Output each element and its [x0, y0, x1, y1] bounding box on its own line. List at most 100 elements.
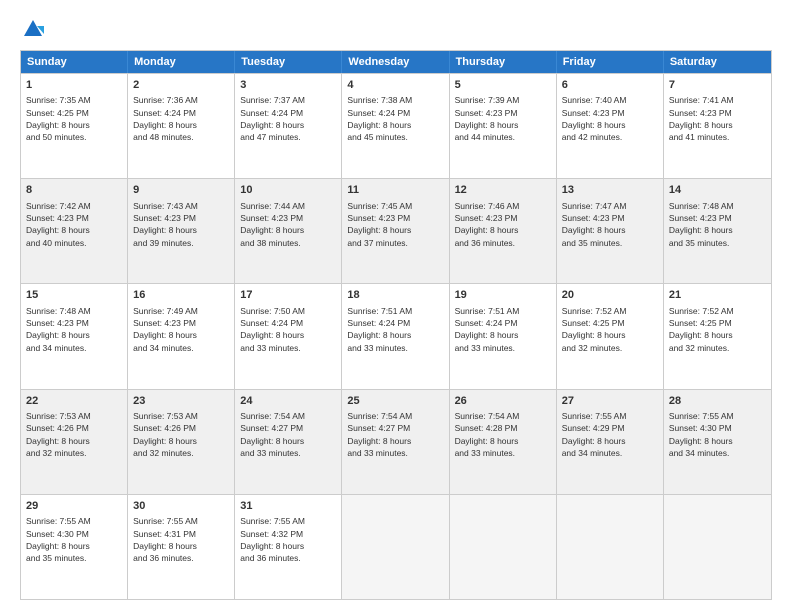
day-number: 27: [562, 394, 658, 409]
calendar-cell: [557, 495, 664, 599]
cell-info: Sunrise: 7:42 AMSunset: 4:23 PMDaylight:…: [26, 200, 122, 249]
calendar-cell: 11 Sunrise: 7:45 AMSunset: 4:23 PMDayligh…: [342, 179, 449, 283]
cell-info: Sunrise: 7:46 AMSunset: 4:23 PMDaylight:…: [455, 200, 551, 249]
calendar-cell: 23Sunrise: 7:53 AMSunset: 4:26 PMDayligh…: [128, 390, 235, 494]
cell-info: Sunrise: 7:52 AMSunset: 4:25 PMDaylight:…: [669, 305, 766, 354]
cell-info: Sunrise: 7:55 AMSunset: 4:30 PMDaylight:…: [26, 515, 122, 564]
cell-info: Sunrise: 7:54 AMSunset: 4:27 PMDaylight:…: [240, 410, 336, 459]
calendar-cell: 13Sunrise: 7:47 AMSunset: 4:23 PMDayligh…: [557, 179, 664, 283]
cell-info: Sunrise: 7:55 AMSunset: 4:32 PMDaylight:…: [240, 515, 336, 564]
calendar-cell: 31Sunrise: 7:55 AMSunset: 4:32 PMDayligh…: [235, 495, 342, 599]
cell-info: Sunrise: 7:53 AMSunset: 4:26 PMDaylight:…: [26, 410, 122, 459]
calendar-cell: 17Sunrise: 7:50 AMSunset: 4:24 PMDayligh…: [235, 284, 342, 388]
calendar-cell: 26Sunrise: 7:54 AMSunset: 4:28 PMDayligh…: [450, 390, 557, 494]
day-number: 10: [240, 183, 336, 198]
calendar-cell: 30Sunrise: 7:55 AMSunset: 4:31 PMDayligh…: [128, 495, 235, 599]
cell-info: Sunrise: 7:41 AMSunset: 4:23 PMDaylight:…: [669, 94, 766, 143]
cell-info: Sunrise: 7:39 AMSunset: 4:23 PMDaylight:…: [455, 94, 551, 143]
day-number: 3: [240, 78, 336, 93]
cell-info: Sunrise: 7:45 AMSunset: 4:23 PMDaylight:…: [347, 200, 443, 249]
logo: [20, 18, 44, 40]
cell-info: Sunrise: 7:47 AMSunset: 4:23 PMDaylight:…: [562, 200, 658, 249]
cell-info: Sunrise: 7:44 AMSunset: 4:23 PMDaylight:…: [240, 200, 336, 249]
day-number: 16: [133, 288, 229, 303]
day-number: 2: [133, 78, 229, 93]
day-number: 29: [26, 499, 122, 514]
day-number: 7: [669, 78, 766, 93]
header-day-monday: Monday: [128, 51, 235, 73]
calendar-cell: [342, 495, 449, 599]
calendar-cell: [664, 495, 771, 599]
cell-info: Sunrise: 7:55 AMSunset: 4:29 PMDaylight:…: [562, 410, 658, 459]
calendar-cell: 16 Sunrise: 7:49 AMSunset: 4:23 PMDayligh…: [128, 284, 235, 388]
day-number: 1: [26, 78, 122, 93]
day-number: 15: [26, 288, 122, 303]
calendar-cell: 21Sunrise: 7:52 AMSunset: 4:25 PMDayligh…: [664, 284, 771, 388]
calendar-cell: 1Sunrise: 7:35 AMSunset: 4:25 PMDaylight…: [21, 74, 128, 178]
calendar-cell: 25Sunrise: 7:54 AMSunset: 4:27 PMDayligh…: [342, 390, 449, 494]
calendar-cell: 22Sunrise: 7:53 AMSunset: 4:26 PMDayligh…: [21, 390, 128, 494]
header-day-sunday: Sunday: [21, 51, 128, 73]
calendar-row-3: 22Sunrise: 7:53 AMSunset: 4:26 PMDayligh…: [21, 389, 771, 494]
cell-info: Sunrise: 7:55 AMSunset: 4:31 PMDaylight:…: [133, 515, 229, 564]
cell-info: Sunrise: 7:40 AMSunset: 4:23 PMDaylight:…: [562, 94, 658, 143]
day-number: 24: [240, 394, 336, 409]
cell-info: Sunrise: 7:37 AMSunset: 4:24 PMDaylight:…: [240, 94, 336, 143]
calendar-cell: 2Sunrise: 7:36 AMSunset: 4:24 PMDaylight…: [128, 74, 235, 178]
cell-info: Sunrise: 7:51 AMSunset: 4:24 PMDaylight:…: [455, 305, 551, 354]
calendar-cell: 24Sunrise: 7:54 AMSunset: 4:27 PMDayligh…: [235, 390, 342, 494]
cell-info: Sunrise: 7:53 AMSunset: 4:26 PMDaylight:…: [133, 410, 229, 459]
calendar-cell: 27Sunrise: 7:55 AMSunset: 4:29 PMDayligh…: [557, 390, 664, 494]
calendar-header: SundayMondayTuesdayWednesdayThursdayFrid…: [21, 51, 771, 73]
calendar-row-0: 1Sunrise: 7:35 AMSunset: 4:25 PMDaylight…: [21, 73, 771, 178]
calendar-cell: 12 Sunrise: 7:46 AMSunset: 4:23 PMDayligh…: [450, 179, 557, 283]
cell-info: Sunrise: 7:43 AMSunset: 4:23 PMDaylight:…: [133, 200, 229, 249]
calendar-cell: 14 Sunrise: 7:48 AMSunset: 4:23 PMDayligh…: [664, 179, 771, 283]
calendar-cell: 3Sunrise: 7:37 AMSunset: 4:24 PMDaylight…: [235, 74, 342, 178]
day-number: 6: [562, 78, 658, 93]
header-day-thursday: Thursday: [450, 51, 557, 73]
cell-info: Sunrise: 7:48 AMSunset: 4:23 PMDaylight:…: [669, 200, 766, 249]
day-number: 19: [455, 288, 551, 303]
day-number: 4: [347, 78, 443, 93]
day-number: 20: [562, 288, 658, 303]
day-number: 12: [455, 183, 551, 198]
cell-info: Sunrise: 7:52 AMSunset: 4:25 PMDaylight:…: [562, 305, 658, 354]
day-number: 23: [133, 394, 229, 409]
calendar-cell: 7Sunrise: 7:41 AMSunset: 4:23 PMDaylight…: [664, 74, 771, 178]
calendar-cell: 9 Sunrise: 7:43 AMSunset: 4:23 PMDaylight…: [128, 179, 235, 283]
cell-info: Sunrise: 7:36 AMSunset: 4:24 PMDaylight:…: [133, 94, 229, 143]
day-number: 11: [347, 183, 443, 198]
calendar-row-2: 15 Sunrise: 7:48 AMSunset: 4:23 PMDayligh…: [21, 283, 771, 388]
day-number: 26: [455, 394, 551, 409]
cell-info: Sunrise: 7:54 AMSunset: 4:27 PMDaylight:…: [347, 410, 443, 459]
calendar-cell: 6Sunrise: 7:40 AMSunset: 4:23 PMDaylight…: [557, 74, 664, 178]
calendar: SundayMondayTuesdayWednesdayThursdayFrid…: [20, 50, 772, 600]
day-number: 30: [133, 499, 229, 514]
cell-info: Sunrise: 7:55 AMSunset: 4:30 PMDaylight:…: [669, 410, 766, 459]
calendar-cell: 29Sunrise: 7:55 AMSunset: 4:30 PMDayligh…: [21, 495, 128, 599]
cell-info: Sunrise: 7:51 AMSunset: 4:24 PMDaylight:…: [347, 305, 443, 354]
day-number: 18: [347, 288, 443, 303]
header-day-saturday: Saturday: [664, 51, 771, 73]
calendar-cell: 10 Sunrise: 7:44 AMSunset: 4:23 PMDayligh…: [235, 179, 342, 283]
day-number: 22: [26, 394, 122, 409]
calendar-cell: [450, 495, 557, 599]
header-day-friday: Friday: [557, 51, 664, 73]
calendar-row-1: 8Sunrise: 7:42 AMSunset: 4:23 PMDaylight…: [21, 178, 771, 283]
calendar-cell: 5Sunrise: 7:39 AMSunset: 4:23 PMDaylight…: [450, 74, 557, 178]
calendar-cell: 15 Sunrise: 7:48 AMSunset: 4:23 PMDayligh…: [21, 284, 128, 388]
calendar-cell: 8Sunrise: 7:42 AMSunset: 4:23 PMDaylight…: [21, 179, 128, 283]
day-number: 14: [669, 183, 766, 198]
cell-info: Sunrise: 7:38 AMSunset: 4:24 PMDaylight:…: [347, 94, 443, 143]
cell-info: Sunrise: 7:49 AMSunset: 4:23 PMDaylight:…: [133, 305, 229, 354]
day-number: 9: [133, 183, 229, 198]
calendar-body: 1Sunrise: 7:35 AMSunset: 4:25 PMDaylight…: [21, 73, 771, 599]
day-number: 17: [240, 288, 336, 303]
calendar-cell: 28Sunrise: 7:55 AMSunset: 4:30 PMDayligh…: [664, 390, 771, 494]
cell-info: Sunrise: 7:54 AMSunset: 4:28 PMDaylight:…: [455, 410, 551, 459]
calendar-cell: 19 Sunrise: 7:51 AMSunset: 4:24 PMDayligh…: [450, 284, 557, 388]
cell-info: Sunrise: 7:48 AMSunset: 4:23 PMDaylight:…: [26, 305, 122, 354]
cell-info: Sunrise: 7:35 AMSunset: 4:25 PMDaylight:…: [26, 94, 122, 143]
page: SundayMondayTuesdayWednesdayThursdayFrid…: [0, 0, 792, 612]
